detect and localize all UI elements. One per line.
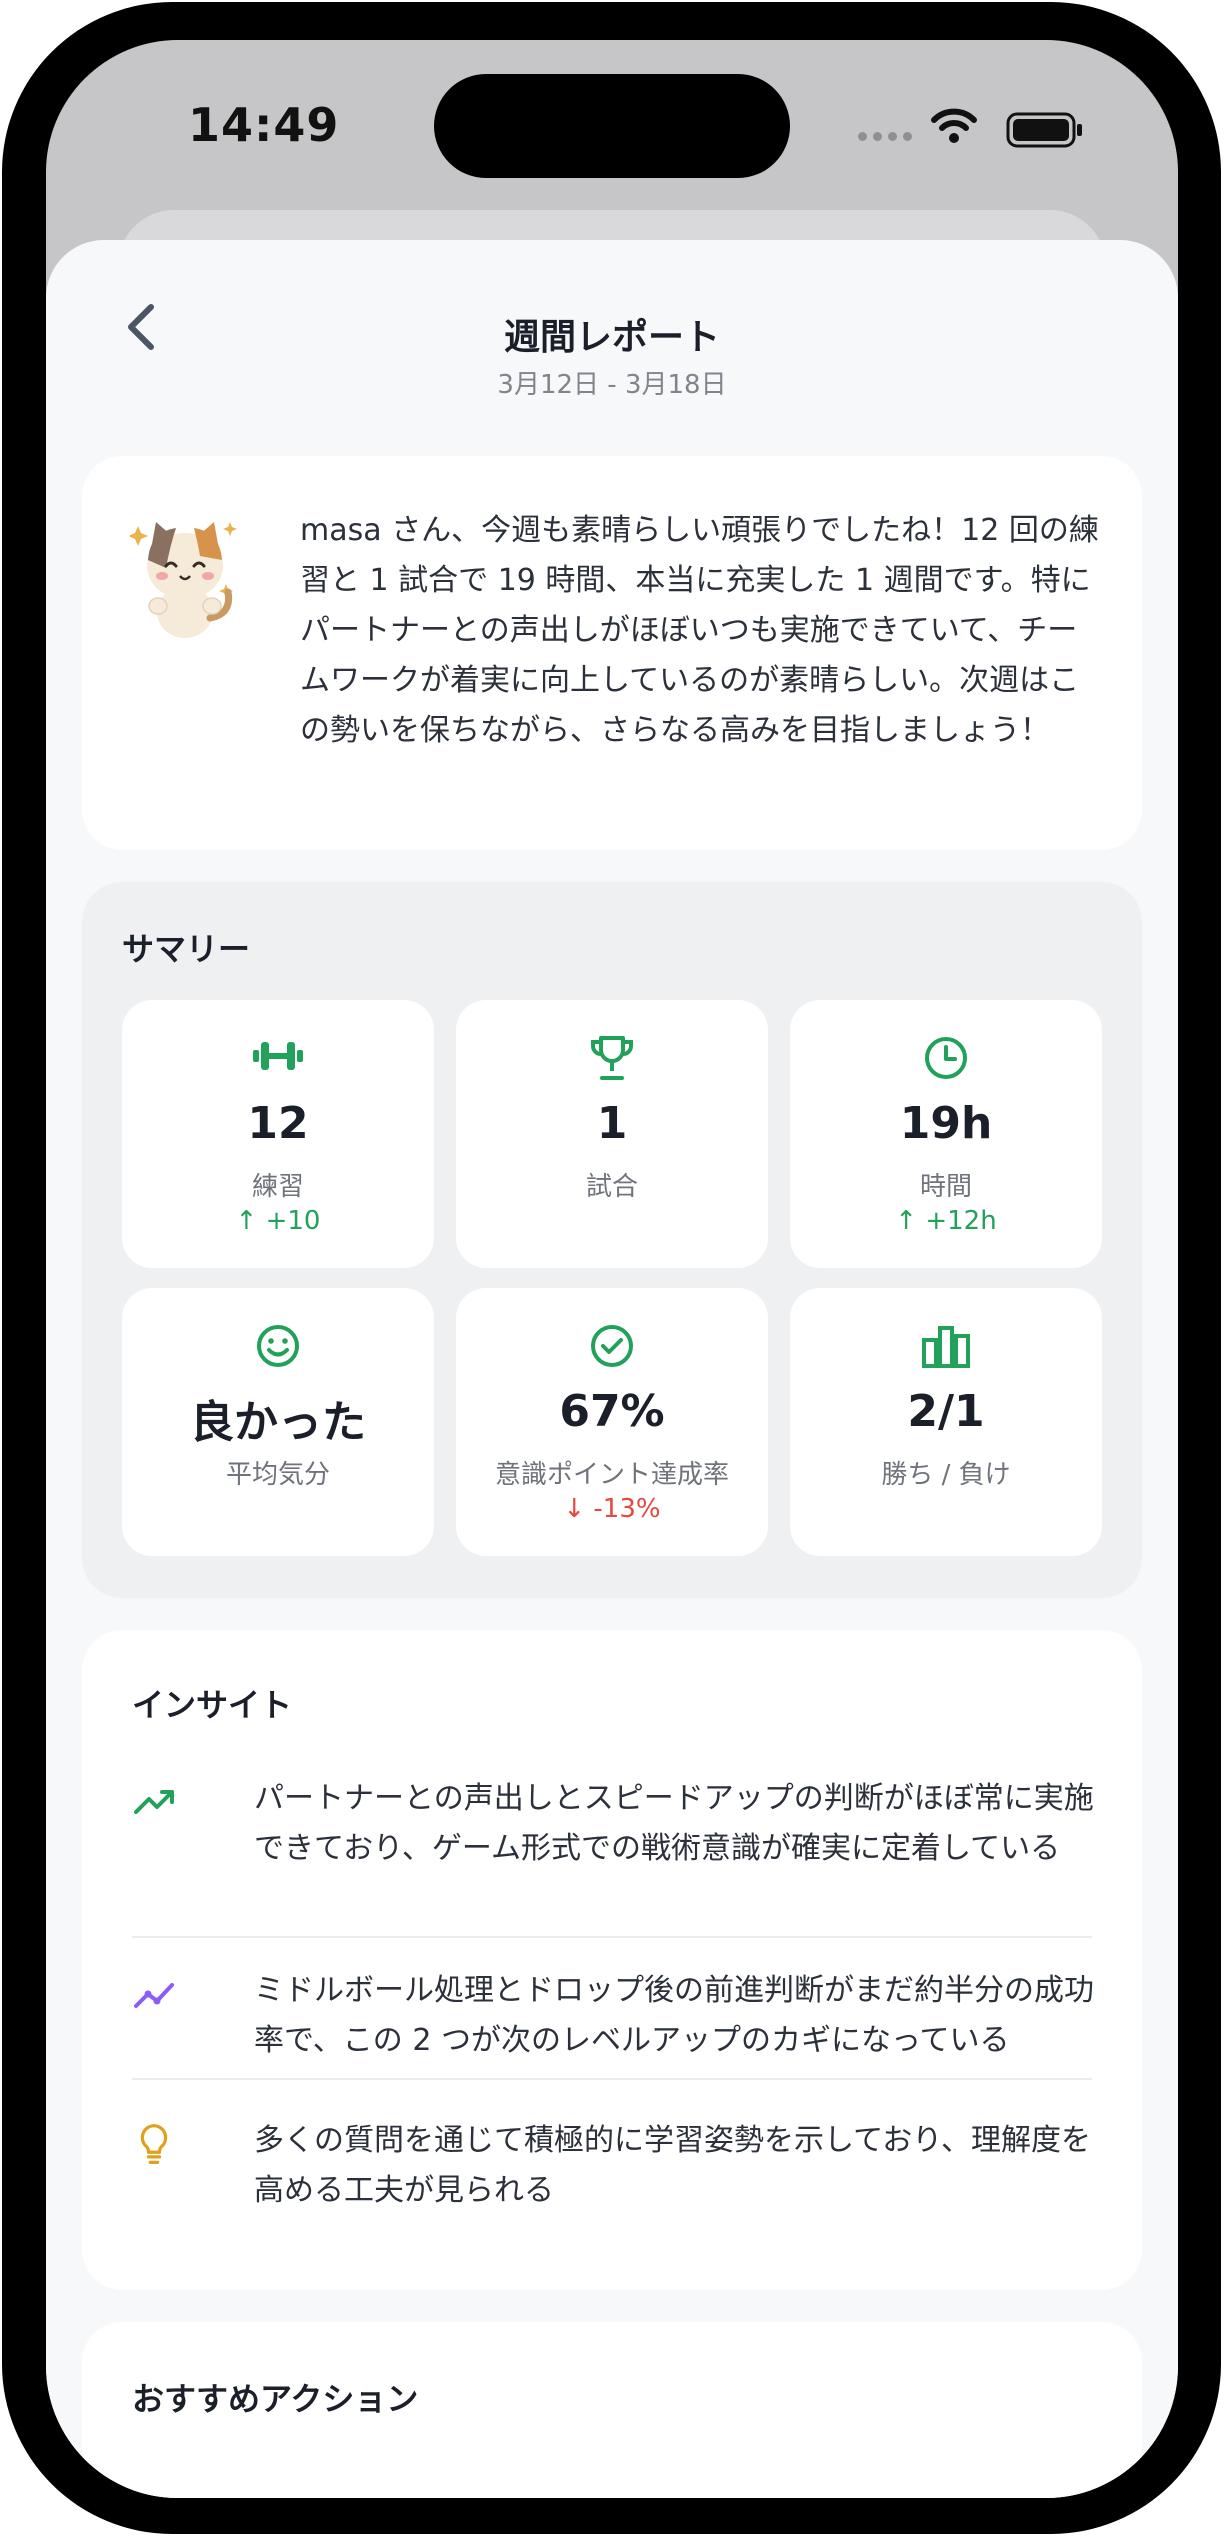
lightbulb-icon <box>140 2124 168 2164</box>
stat-label: 平均気分 <box>225 1460 330 1490</box>
nav-bar: 週間レポート 3月12日 - 3月18日 <box>46 240 1178 420</box>
insight-text: ミドルボール処理とドロップ後の前進判断がまだ約半分の成功率で、この 2 つが次の… <box>254 1973 1094 2058</box>
stat-change: ↑ +10 <box>235 1206 321 1236</box>
stat-label: 時間 <box>919 1172 972 1202</box>
summary-section: サマリー 12 練習 ↑ +10 1 試合 19h 時間 ↑ +12h 良かった… <box>82 882 1142 1598</box>
stat-value: 1 <box>596 1098 628 1149</box>
stat-label: 勝ち / 負け <box>881 1460 1011 1490</box>
stat-card-win-loss: 2/1 勝ち / 負け <box>790 1288 1102 1556</box>
divider <box>132 2078 1092 2080</box>
actions-section: おすすめアクション <box>82 2322 1142 2498</box>
stat-change: ↓ -13% <box>563 1494 661 1524</box>
report-sheet: 週間レポート 3月12日 - 3月18日 masa さん、今週も素晴らしい頑張り… <box>46 240 1178 2498</box>
phone-frame: 14:49 週間レポート 3月12日 - 3月18日 masa さん、今週も素晴… <box>2 2 1221 2534</box>
stat-value: 2/1 <box>907 1386 985 1437</box>
date-range: 3月12日 - 3月18日 <box>497 370 727 400</box>
stat-card-mood: 良かった 平均気分 <box>122 1288 434 1556</box>
signal-icon <box>858 132 912 141</box>
stat-label: 試合 <box>585 1172 638 1202</box>
trophy-icon <box>591 1036 633 1080</box>
stat-change: ↑ +12h <box>895 1206 997 1236</box>
insights-title: インサイト <box>132 1686 293 1724</box>
insight-text: 多くの質問を通じて積極的に学習姿勢を示しており、理解度を高める工夫が見られる <box>254 2123 1091 2208</box>
stat-card-matches: 1 試合 <box>456 1000 768 1268</box>
stat-card-hours: 19h 時間 ↑ +12h <box>790 1000 1102 1268</box>
insights-section: インサイト パートナーとの声出しとスピードアップの判断がほぼ常に実施できており、… <box>82 1630 1142 2290</box>
actions-title: おすすめアクション <box>132 2380 419 2418</box>
stat-value: 良かった <box>190 1397 366 1448</box>
status-time: 14:49 <box>188 98 340 152</box>
bar-chart-icon <box>922 1326 970 1368</box>
dumbbell-icon <box>253 1042 303 1070</box>
divider <box>132 1936 1092 1938</box>
smile-icon <box>257 1325 299 1367</box>
phone-screen: 14:49 週間レポート 3月12日 - 3月18日 masa さん、今週も素晴… <box>46 40 1178 2498</box>
clock-icon <box>925 1037 967 1079</box>
check-circle-icon <box>591 1325 633 1367</box>
stat-card-practice: 12 練習 ↑ +10 <box>122 1000 434 1268</box>
insight-text: パートナーとの声出しとスピードアップの判断がほぼ常に実施できており、ゲーム形式で… <box>254 1781 1094 1866</box>
stat-value: 19h <box>899 1098 993 1149</box>
dynamic-island <box>434 74 790 178</box>
status-bar: 14:49 <box>46 40 1178 210</box>
summary-title: サマリー <box>122 930 251 968</box>
stat-card-focus-rate: 67% 意識ポイント達成率 ↓ -13% <box>456 1288 768 1556</box>
battery-icon <box>1006 112 1082 148</box>
stat-label: 練習 <box>251 1172 304 1202</box>
wifi-icon <box>931 108 977 143</box>
trending-up-icon <box>134 1790 174 1814</box>
page-title: 週間レポート <box>503 317 720 358</box>
coach-message-text: masa さん、今週も素晴らしい頑張りでしたね！12 回の練習と 1 試合で 1… <box>300 513 1099 748</box>
coach-message-card: masa さん、今週も素晴らしい頑張りでしたね！12 回の練習と 1 試合で 1… <box>82 456 1142 850</box>
stat-value: 67% <box>559 1386 665 1437</box>
stat-value: 12 <box>247 1098 309 1149</box>
line-chart-icon <box>134 1983 174 2008</box>
cat-mascot-icon <box>130 522 237 638</box>
stat-label: 意識ポイント達成率 <box>494 1460 729 1490</box>
